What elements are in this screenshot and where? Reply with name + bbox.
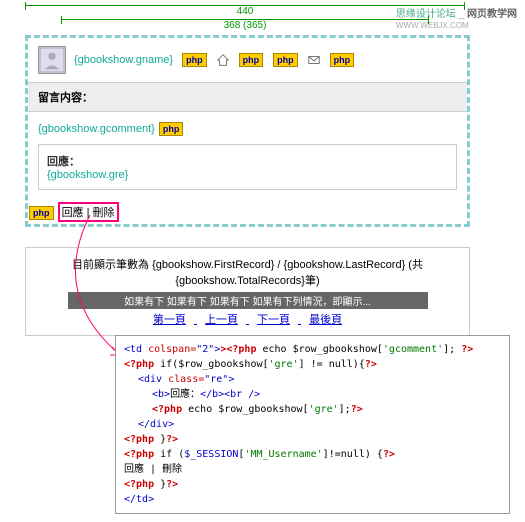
home-icon: [216, 53, 230, 67]
code-snippet: <td colspan="2">><?php echo $row_gbooksh…: [115, 335, 510, 514]
reply-link[interactable]: 回應: [62, 207, 84, 219]
action-highlight: 回應 | 刪除: [58, 202, 119, 222]
content-body: {gbookshow.gcomment} php 回應： {gbookshow.…: [28, 112, 467, 200]
pagination-footer: 目前顯示筆數為 {gbookshow.FirstRecord} / {gbook…: [25, 247, 470, 336]
avatar-placeholder: [38, 46, 66, 74]
actions-row: php 回應 | 刪除: [28, 200, 467, 224]
first-page[interactable]: 第一頁: [153, 314, 186, 326]
condition-bar: 如果有下 如果有下 如果有下 如果有下列情況，即顯示...: [68, 292, 428, 309]
php-badge-2: php: [239, 53, 264, 67]
ruler-inner: 368 (365): [224, 20, 267, 31]
php-badge-3: php: [273, 53, 298, 67]
php-badge-1: php: [182, 53, 207, 67]
mail-icon: [307, 53, 321, 67]
next-page[interactable]: 下一頁: [257, 314, 290, 326]
php-badge-6: php: [29, 206, 54, 220]
delete-link[interactable]: 刪除: [93, 207, 115, 219]
template-preview: {gbookshow.gname} php php php php 留言内容： …: [25, 35, 470, 227]
php-badge-5: php: [159, 122, 184, 136]
last-page[interactable]: 最後頁: [309, 314, 342, 326]
content-header: 留言内容：: [28, 82, 467, 112]
header-row: {gbookshow.gname} php php php php: [28, 38, 467, 82]
ruler-outer: 440: [237, 6, 254, 17]
reply-label: 回應：: [47, 156, 80, 168]
record-count: 目前顯示筆數為 {gbookshow.FirstRecord} / {gbook…: [32, 256, 463, 288]
gcomment-field: {gbookshow.gcomment}: [38, 123, 155, 135]
measurement-rulers: 440 368 (365): [25, 0, 475, 30]
pagination-links: 第一頁 上一頁 下一頁 最後頁: [32, 311, 463, 327]
reply-box: 回應： {gbookshow.gre}: [38, 144, 457, 190]
gname-field: {gbookshow.gname}: [74, 54, 173, 66]
php-badge-4: php: [330, 53, 355, 67]
gre-field: {gbookshow.gre}: [47, 169, 128, 181]
prev-page[interactable]: 上一頁: [205, 314, 238, 326]
